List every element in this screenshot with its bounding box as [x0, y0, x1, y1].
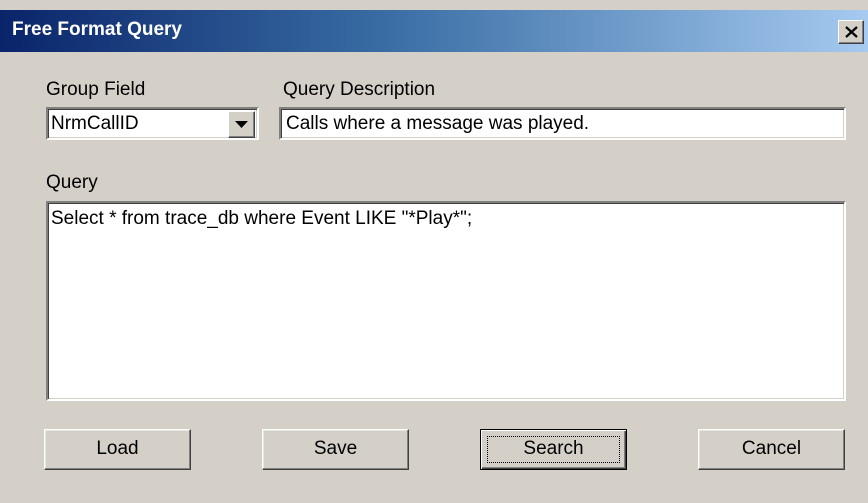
search-button[interactable]: Search	[480, 429, 627, 470]
close-button[interactable]	[838, 20, 864, 44]
group-field-value: NrmCallID	[51, 113, 139, 134]
query-description-value: Calls where a message was played.	[286, 113, 590, 134]
cancel-button[interactable]: Cancel	[698, 429, 845, 470]
chevron-down-icon	[235, 121, 248, 128]
save-button[interactable]: Save	[262, 429, 409, 470]
window-title: Free Format Query	[12, 19, 182, 40]
group-field-label: Group Field	[46, 79, 146, 100]
query-label: Query	[46, 172, 98, 193]
query-textarea[interactable]: Select * from trace_db where Event LIKE …	[46, 201, 846, 401]
close-icon	[845, 26, 858, 38]
group-field-dropdown-button[interactable]	[228, 111, 255, 138]
query-description-input[interactable]: Calls where a message was played.	[279, 107, 846, 140]
title-bar[interactable]: Free Format Query	[0, 10, 868, 52]
query-text: Select * from trace_db where Event LIKE …	[51, 208, 473, 229]
query-description-label: Query Description	[283, 79, 436, 100]
search-button-label: Search	[523, 438, 584, 459]
free-format-query-dialog: Free Format Query Group Field NrmCallID …	[0, 0, 868, 503]
group-field-combobox[interactable]: NrmCallID	[46, 107, 259, 140]
load-button[interactable]: Load	[44, 429, 191, 470]
